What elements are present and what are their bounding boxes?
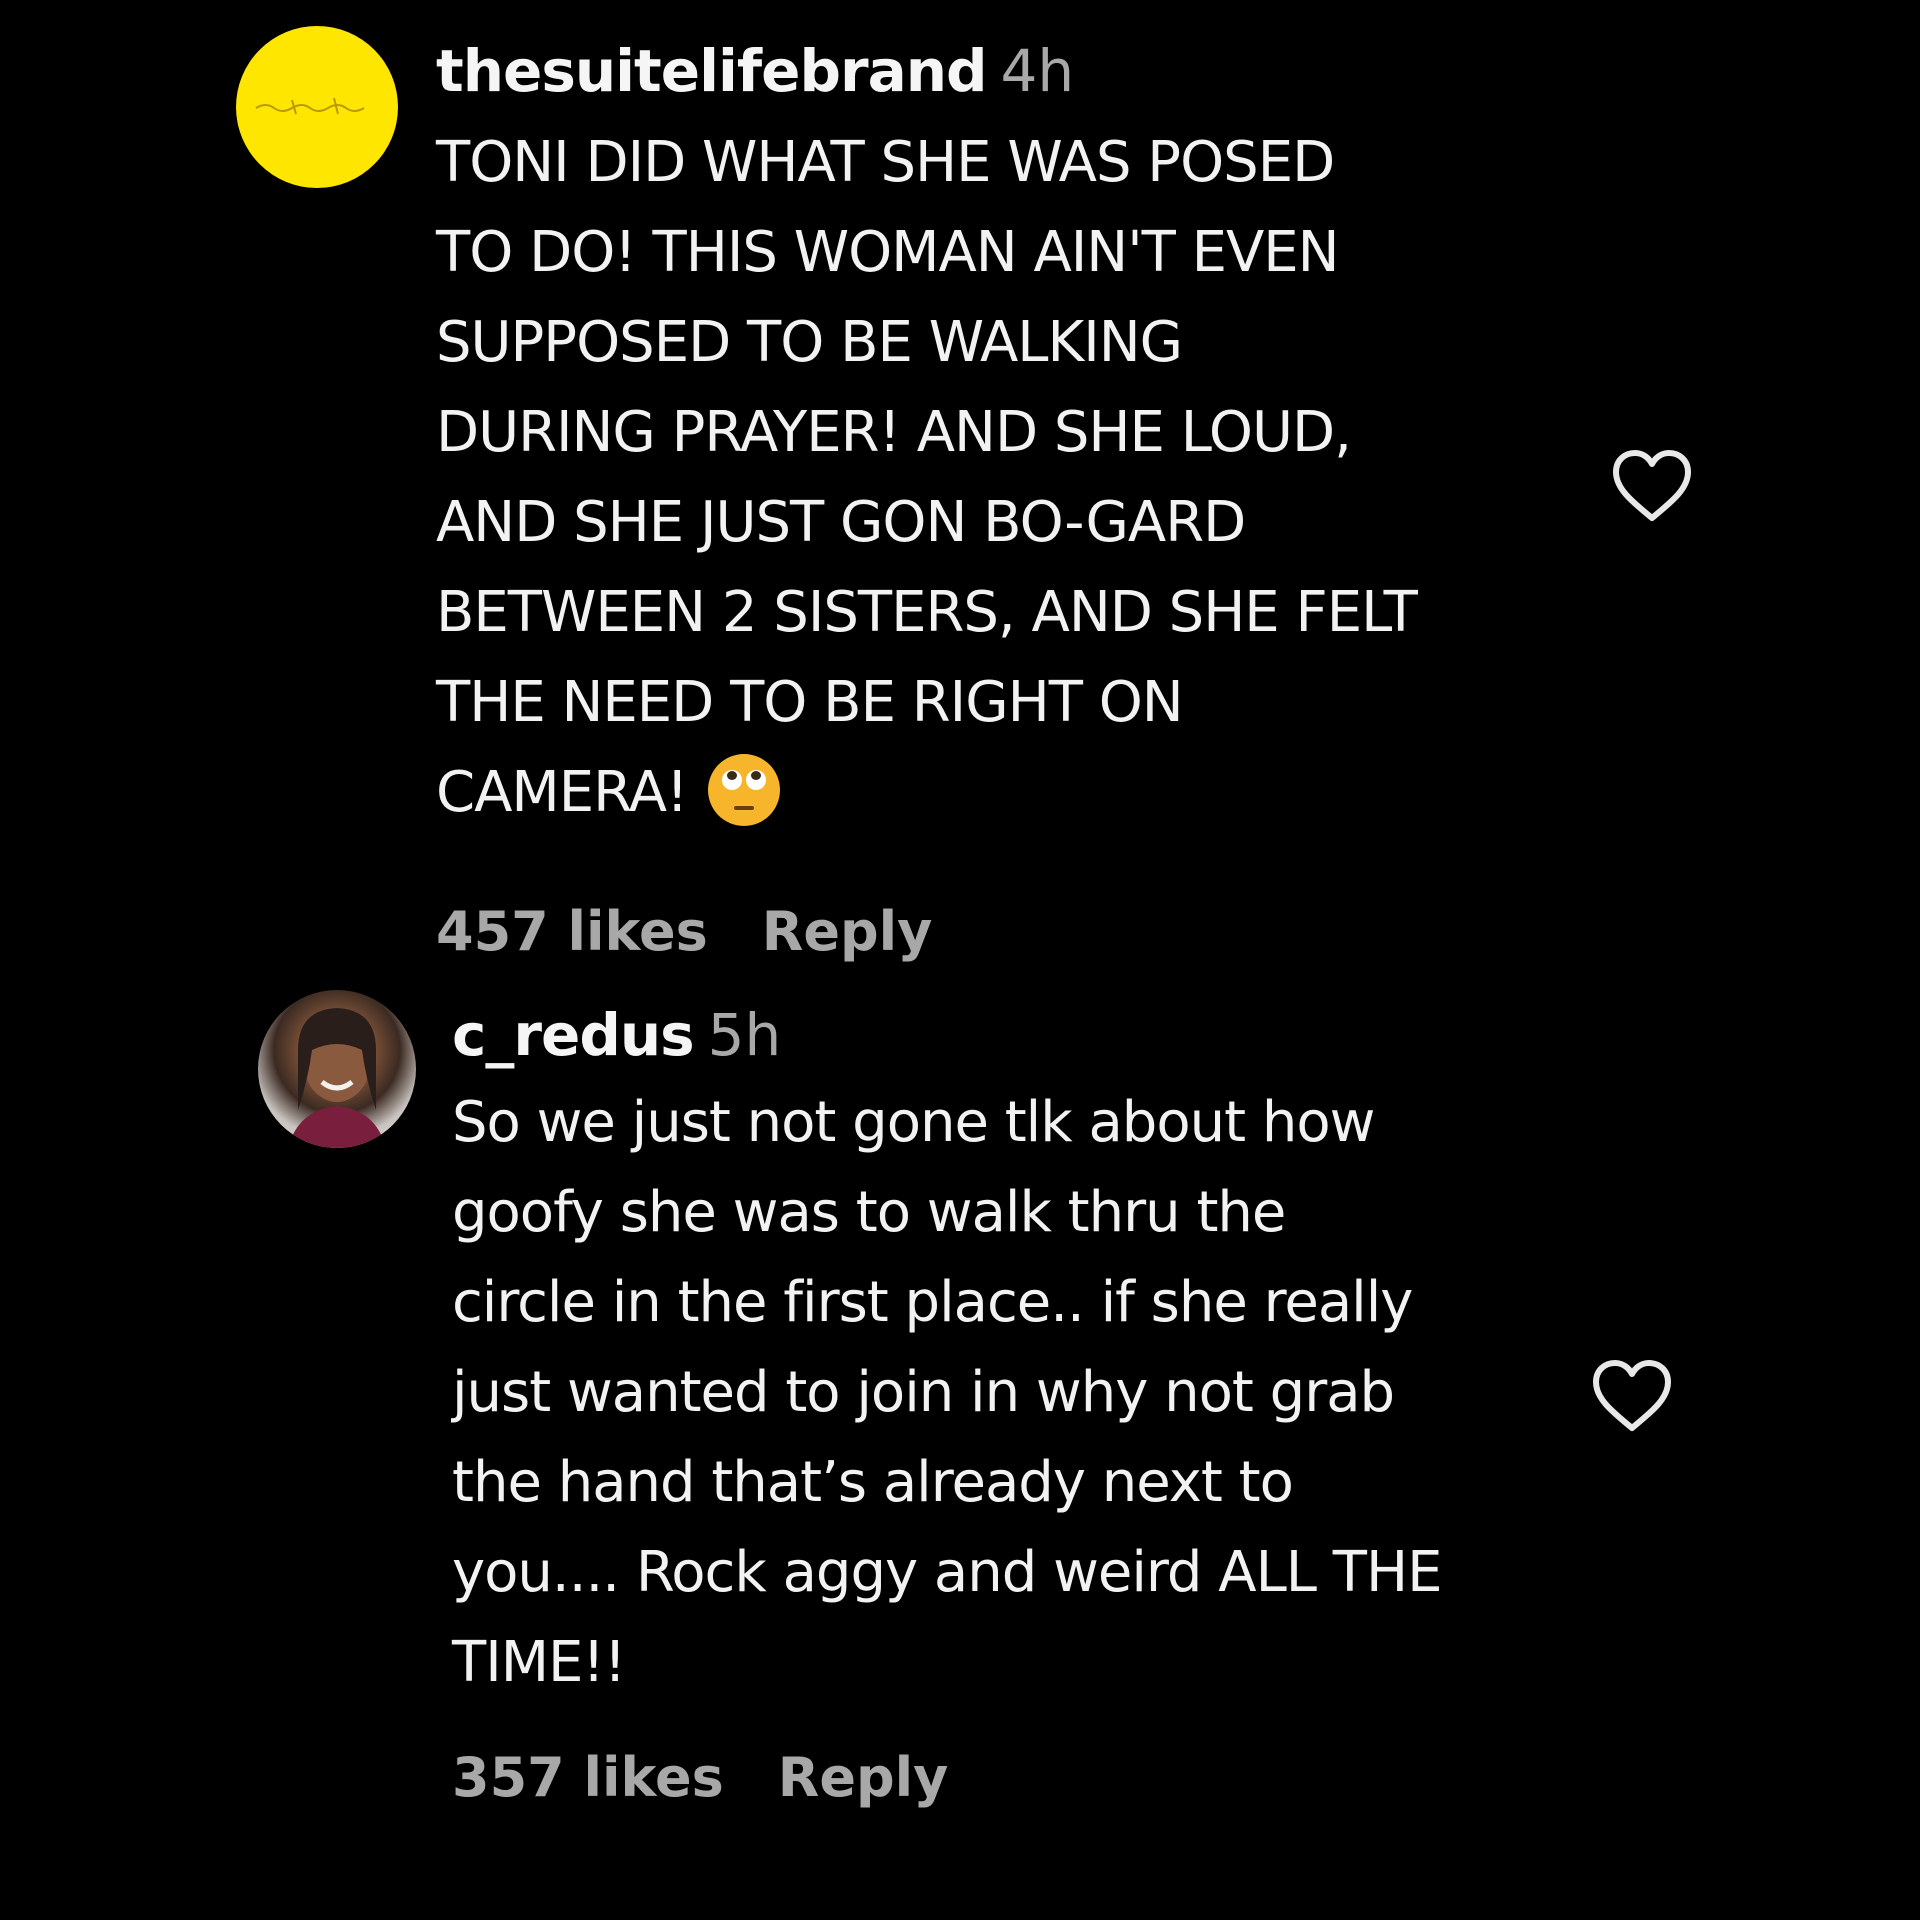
face-with-rolling-eyes-emoji-icon xyxy=(707,753,780,826)
comment-text-line: THE NEED TO BE RIGHT ON xyxy=(436,670,1184,735)
comment-text-line: DURING PRAYER! AND SHE LOUD, xyxy=(436,400,1352,465)
comment-text-line: So we just not gone tlk about how xyxy=(452,1090,1375,1155)
comment-body: c_redus 5h So we just not gone tlk about … xyxy=(452,998,1632,1708)
comment-text: TONI DID WHAT SHE WAS POSED TO DO! THIS … xyxy=(436,118,1616,838)
reply-button[interactable]: Reply xyxy=(778,1746,949,1809)
comment-item: thesuitelifebrand 4h TONI DID WHAT SHE WA… xyxy=(0,0,1920,980)
avatar[interactable] xyxy=(236,26,398,188)
username[interactable]: thesuitelifebrand xyxy=(436,37,988,105)
comment-item: c_redus 5h So we just not gone tlk about … xyxy=(0,980,1920,1920)
likes-count[interactable]: 457 likes xyxy=(436,900,708,963)
brand-logo-avatar-icon xyxy=(255,97,365,115)
timestamp: 4h xyxy=(1000,37,1075,105)
comment-text-line: BETWEEN 2 SISTERS, AND SHE FELT xyxy=(436,580,1418,645)
reply-button[interactable]: Reply xyxy=(762,900,933,963)
comment-text-line: SUPPOSED TO BE WALKING xyxy=(436,310,1183,375)
comment-text-line: circle in the first place.. if she reall… xyxy=(452,1270,1413,1335)
comment-header: c_redus 5h xyxy=(452,998,1632,1072)
user-photo-avatar[interactable] xyxy=(258,990,416,1148)
comment-body: thesuitelifebrand 4h TONI DID WHAT SHE WA… xyxy=(436,34,1616,838)
comment-text-line: TIME!! xyxy=(452,1630,626,1695)
comment-text-last: CAMERA! xyxy=(436,760,689,825)
comment-text-line: TONI DID WHAT SHE WAS POSED xyxy=(436,130,1335,195)
comment-text-line: CAMERA! xyxy=(436,748,1616,838)
heart-outline-icon[interactable] xyxy=(1610,448,1694,524)
comment-text-line: TO DO! THIS WOMAN AIN'T EVEN xyxy=(436,220,1340,285)
comment-footer: 457 likes Reply xyxy=(436,900,932,964)
heart-outline-icon[interactable] xyxy=(1590,1358,1674,1434)
comment-text-line: just wanted to join in why not grab xyxy=(452,1360,1395,1425)
comment-text-line: goofy she was to walk thru the xyxy=(452,1180,1286,1245)
comment-text-line: you.... Rock aggy and weird ALL THE xyxy=(452,1540,1443,1605)
username[interactable]: c_redus xyxy=(452,1001,695,1069)
comment-footer: 357 likes Reply xyxy=(452,1746,948,1810)
comment-text-line: AND SHE JUST GON BO-GARD xyxy=(436,490,1246,555)
comment-text: So we just not gone tlk about how goofy … xyxy=(452,1078,1632,1708)
timestamp: 5h xyxy=(707,1001,782,1069)
likes-count[interactable]: 357 likes xyxy=(452,1746,724,1809)
comment-header: thesuitelifebrand 4h xyxy=(436,34,1616,108)
user-photo-avatar-icon xyxy=(288,1008,386,1148)
comment-text-line: the hand that’s already next to xyxy=(452,1450,1294,1515)
